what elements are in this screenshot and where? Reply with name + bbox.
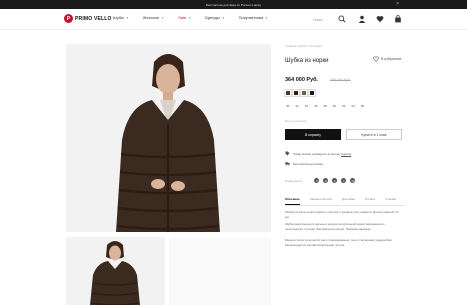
chevron-down-icon: ▼ <box>188 15 192 20</box>
chevron-down-icon: ▼ <box>221 15 225 20</box>
color-swatch[interactable] <box>300 89 308 97</box>
nav-item-furs[interactable]: Шубы ▼ <box>113 15 129 20</box>
vk-icon[interactable]: V <box>314 178 320 183</box>
try-on-note: Товар можно примерить в салоне Адреса <box>285 151 351 156</box>
nav-item-label: Бренды <box>205 15 220 20</box>
tab-payment[interactable]: Оплата <box>365 195 375 205</box>
model-thumbnail-image <box>66 237 165 305</box>
ok-icon[interactable]: O <box>323 178 329 183</box>
chevron-down-icon: ▼ <box>125 15 129 20</box>
size-option[interactable]: 44 <box>304 104 309 108</box>
heart-outline-icon <box>373 56 379 62</box>
tab-delivery[interactable]: Доставка <box>342 195 355 205</box>
color-swatch[interactable] <box>308 89 316 97</box>
product-thumbnail-blank[interactable] <box>169 237 271 305</box>
size-option[interactable]: 56 <box>360 104 365 108</box>
size-option[interactable]: 46 <box>313 104 318 108</box>
promo-close-icon[interactable]: × <box>396 1 399 8</box>
size-option[interactable]: 48 <box>322 104 327 108</box>
size-selector: 40 42 44 46 48 50 52 54 56 <box>285 104 369 108</box>
product-info: Главная / Шубы / Из норки Шубка из норки… <box>284 44 405 247</box>
bag-icon[interactable] <box>394 15 402 23</box>
add-to-cart-button[interactable]: В корзину <box>285 129 341 140</box>
tab-description[interactable]: Описание <box>285 195 300 205</box>
product-tabs: Описание Характеристики Доставка Оплата … <box>285 195 405 206</box>
promo-text: Бесплатная доставка по России и миру <box>206 2 261 7</box>
try-on-text: Товар можно примерить в салоне Адреса <box>293 152 351 156</box>
nav-item-women[interactable]: Женское ▼ <box>143 15 164 20</box>
user-icon[interactable] <box>358 15 366 23</box>
nav-item-customers[interactable]: Покупателям ▼ <box>239 15 268 20</box>
truck-icon <box>285 162 290 166</box>
logo[interactable]: P PRIMO VELLO <box>64 14 112 23</box>
favorites-label: В избранное <box>381 57 402 61</box>
product-old-price: 455 000 Руб. <box>330 78 351 82</box>
try-on-label: Товар можно примерить в салоне <box>293 151 341 156</box>
facebook-icon[interactable]: F <box>332 178 338 183</box>
model-fur-coat-image <box>66 44 271 232</box>
nav-item-label: Женское <box>142 15 160 20</box>
share-row: Поделиться: V O F T W <box>285 178 359 183</box>
share-label: Поделиться: <box>285 178 303 183</box>
buy-one-click-button[interactable]: Купить в 1 клик <box>346 129 402 140</box>
color-swatch[interactable] <box>284 89 292 97</box>
promo-bar: Бесплатная доставка по России и миру × <box>0 0 467 9</box>
description-paragraph: Шубка выполнена из цельных шкурок натура… <box>285 222 385 231</box>
heart-icon[interactable] <box>376 15 384 23</box>
product-price: 364 000 Руб. <box>285 77 319 83</box>
add-to-favorites-button[interactable]: В избранное <box>373 56 401 62</box>
nav-item-sale[interactable]: Sale ▼ <box>178 15 191 20</box>
breadcrumb: Главная / Шубы / Из норки <box>285 44 322 48</box>
size-option[interactable]: 40 <box>285 104 290 108</box>
main-nav: Шубы ▼ Женское ▼ Sale ▼ Бренды ▼ Покупателям… <box>113 15 282 20</box>
chevron-down-icon: ▼ <box>161 15 165 20</box>
delivery-note: Бесплатная доставка <box>285 161 323 166</box>
chevron-down-icon: ▼ <box>265 15 268 20</box>
site-header: P PRIMO VELLO Шубы ▼ Женское ▼ Sale ▼ Бренд… <box>0 9 467 30</box>
nav-item-label: Покупателям <box>238 15 263 20</box>
nav-item-label: Sale <box>178 15 187 20</box>
tab-specs[interactable]: Характеристики <box>310 195 332 205</box>
delivery-text: Бесплатная доставка <box>293 161 323 166</box>
product-main-photo[interactable] <box>66 44 271 232</box>
whatsapp-icon[interactable]: W <box>350 178 356 183</box>
search-placeholder: Поиск <box>313 18 323 22</box>
nav-item-label: Шубы <box>113 15 124 20</box>
nav-item-brands[interactable]: Бренды ▼ <box>205 15 224 20</box>
color-swatch[interactable] <box>292 89 300 97</box>
color-swatches <box>284 89 317 97</box>
product-title: Шубка из норки <box>285 58 329 64</box>
description-paragraph: Шубка из меха норки прямого силуэта с ру… <box>285 210 399 219</box>
logo-mark-icon: P <box>64 14 73 23</box>
size-option[interactable]: 54 <box>350 104 355 108</box>
size-option[interactable]: 52 <box>341 104 346 108</box>
search-icon[interactable] <box>338 15 346 23</box>
addresses-link[interactable]: Адреса <box>341 152 351 156</box>
twitter-icon[interactable]: T <box>341 178 347 183</box>
size-option[interactable]: 42 <box>294 104 299 108</box>
logo-text: PRIMO VELLO <box>75 15 112 22</box>
stock-status: Есть в наличии <box>285 119 307 123</box>
tag-icon <box>285 151 290 156</box>
tab-reviews[interactable]: Отзывы <box>385 195 396 205</box>
size-option[interactable]: 50 <box>332 104 337 108</box>
description-paragraph: Модель легко сочетается как с повседневн… <box>285 238 393 247</box>
product-thumbnail[interactable] <box>66 237 165 305</box>
